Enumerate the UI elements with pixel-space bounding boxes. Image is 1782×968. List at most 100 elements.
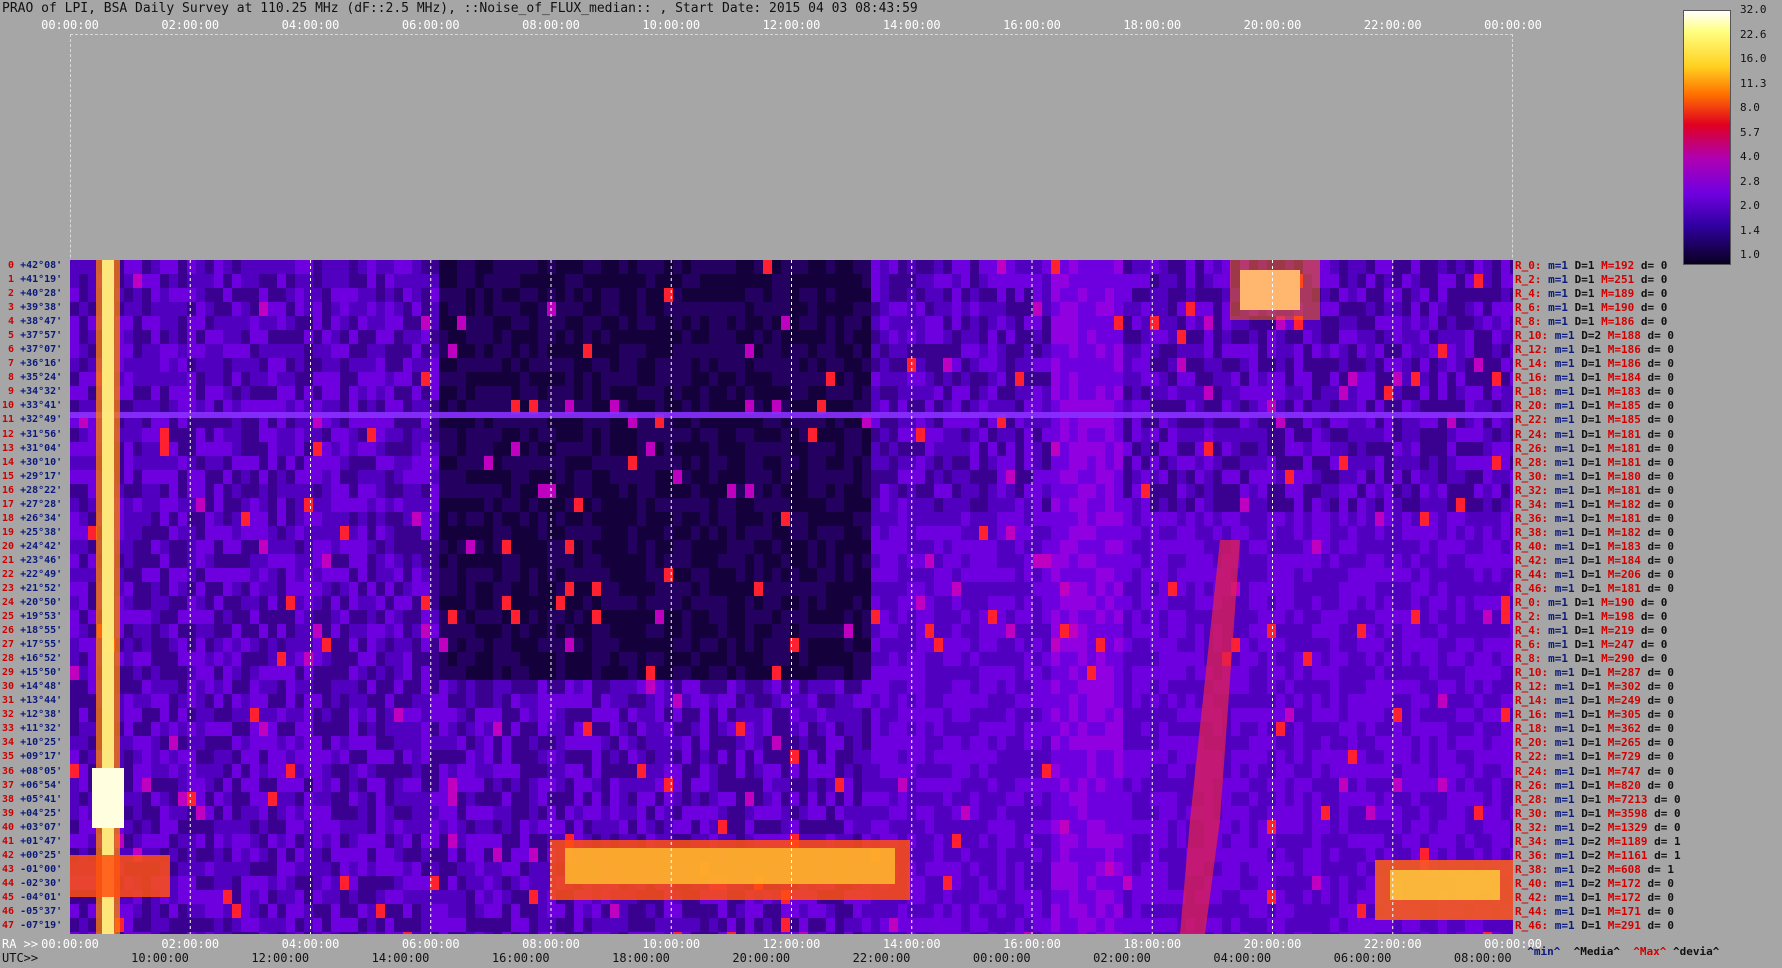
heatmap-cell [457,386,466,400]
heatmap-cell [745,316,754,330]
heatmap-cell [331,358,340,372]
heatmap-cell [943,610,952,624]
heatmap-cell [412,610,421,624]
survey-heatmap[interactable] [70,260,1513,934]
heatmap-cell [214,610,223,624]
heatmap-cell [160,316,169,330]
heatmap-cell [691,918,700,932]
heatmap-cell [583,372,592,386]
heatmap-cell [133,904,142,918]
heatmap-cell [673,302,682,316]
heatmap-cell [214,330,223,344]
heatmap-cell [853,918,862,932]
heatmap-cell [412,358,421,372]
heatmap-cell [646,428,655,442]
heatmap-cell [628,470,637,484]
heatmap-cell [259,400,268,414]
heatmap-cell [313,596,322,610]
heatmap-cell [826,568,835,582]
heatmap-cell [691,260,700,274]
heatmap-cell [475,904,484,918]
heatmap-cell [538,428,547,442]
heatmap-cell [646,736,655,750]
heatmap-cell [340,764,349,778]
heatmap-cell [727,652,736,666]
heatmap-cell [889,428,898,442]
heatmap-cell [277,848,286,862]
heatmap-cell [277,694,286,708]
heatmap-cell [250,876,259,890]
heatmap-cell [151,596,160,610]
heatmap-cell [340,708,349,722]
heatmap-cell [709,442,718,456]
heatmap-cell [196,316,205,330]
heatmap-cell [970,834,979,848]
heatmap-cell [943,792,952,806]
heatmap-cell [646,260,655,274]
heatmap-cell [286,778,295,792]
heatmap-cell [700,400,709,414]
heatmap-cell [376,400,385,414]
heatmap-cell [421,428,430,442]
heatmap-cell [862,400,871,414]
heatmap-cell [205,722,214,736]
heatmap-cell [862,610,871,624]
heatmap-cell [448,638,457,652]
heatmap-cell [160,442,169,456]
heatmap-cell [475,260,484,274]
heatmap-cell [961,610,970,624]
heatmap-cell [340,834,349,848]
heatmap-cell [808,750,817,764]
heatmap-cell [835,302,844,316]
heatmap-cell [736,932,745,934]
heatmap-cell [70,288,79,302]
heatmap-cell [844,470,853,484]
heatmap-cell [232,302,241,316]
heatmap-cell [304,848,313,862]
heatmap-cell [601,330,610,344]
heatmap-cell [493,834,502,848]
heatmap-cell [277,344,286,358]
heatmap-cell [187,918,196,932]
heatmap-cell [520,288,529,302]
heatmap-cell [835,764,844,778]
heatmap-cell [394,428,403,442]
heatmap-cell [970,862,979,876]
heatmap-cell [439,680,448,694]
heatmap-cell [943,918,952,932]
heatmap-cell [916,722,925,736]
heatmap-cell [844,358,853,372]
heatmap-cell [223,302,232,316]
heatmap-cell [133,764,142,778]
heatmap-cell [331,568,340,582]
heatmap-cell [286,792,295,806]
heatmap-cell [871,582,880,596]
heatmap-cell [754,344,763,358]
heatmap-cell [682,624,691,638]
heatmap-cell [979,554,988,568]
heatmap-cell [835,680,844,694]
heatmap-cell [475,778,484,792]
heatmap-cell [619,582,628,596]
heatmap-cell [529,540,538,554]
heatmap-cell [889,694,898,708]
heatmap-cell [925,862,934,876]
heatmap-cell [880,932,889,934]
heatmap-cell [394,288,403,302]
heatmap-cell [718,708,727,722]
heatmap-cell [430,288,439,302]
heatmap-cell [619,918,628,932]
heatmap-cell [151,736,160,750]
heatmap-cell [952,372,961,386]
heatmap-cell [70,554,79,568]
heatmap-cell [232,694,241,708]
heatmap-cell [943,680,952,694]
heatmap-cell [628,652,637,666]
heatmap-cell [349,260,358,274]
heatmap-cell [268,302,277,316]
heatmap-cell [259,890,268,904]
heatmap-cell [592,904,601,918]
heatmap-cell [565,260,574,274]
heatmap-cell [277,358,286,372]
heatmap-cell [943,722,952,736]
